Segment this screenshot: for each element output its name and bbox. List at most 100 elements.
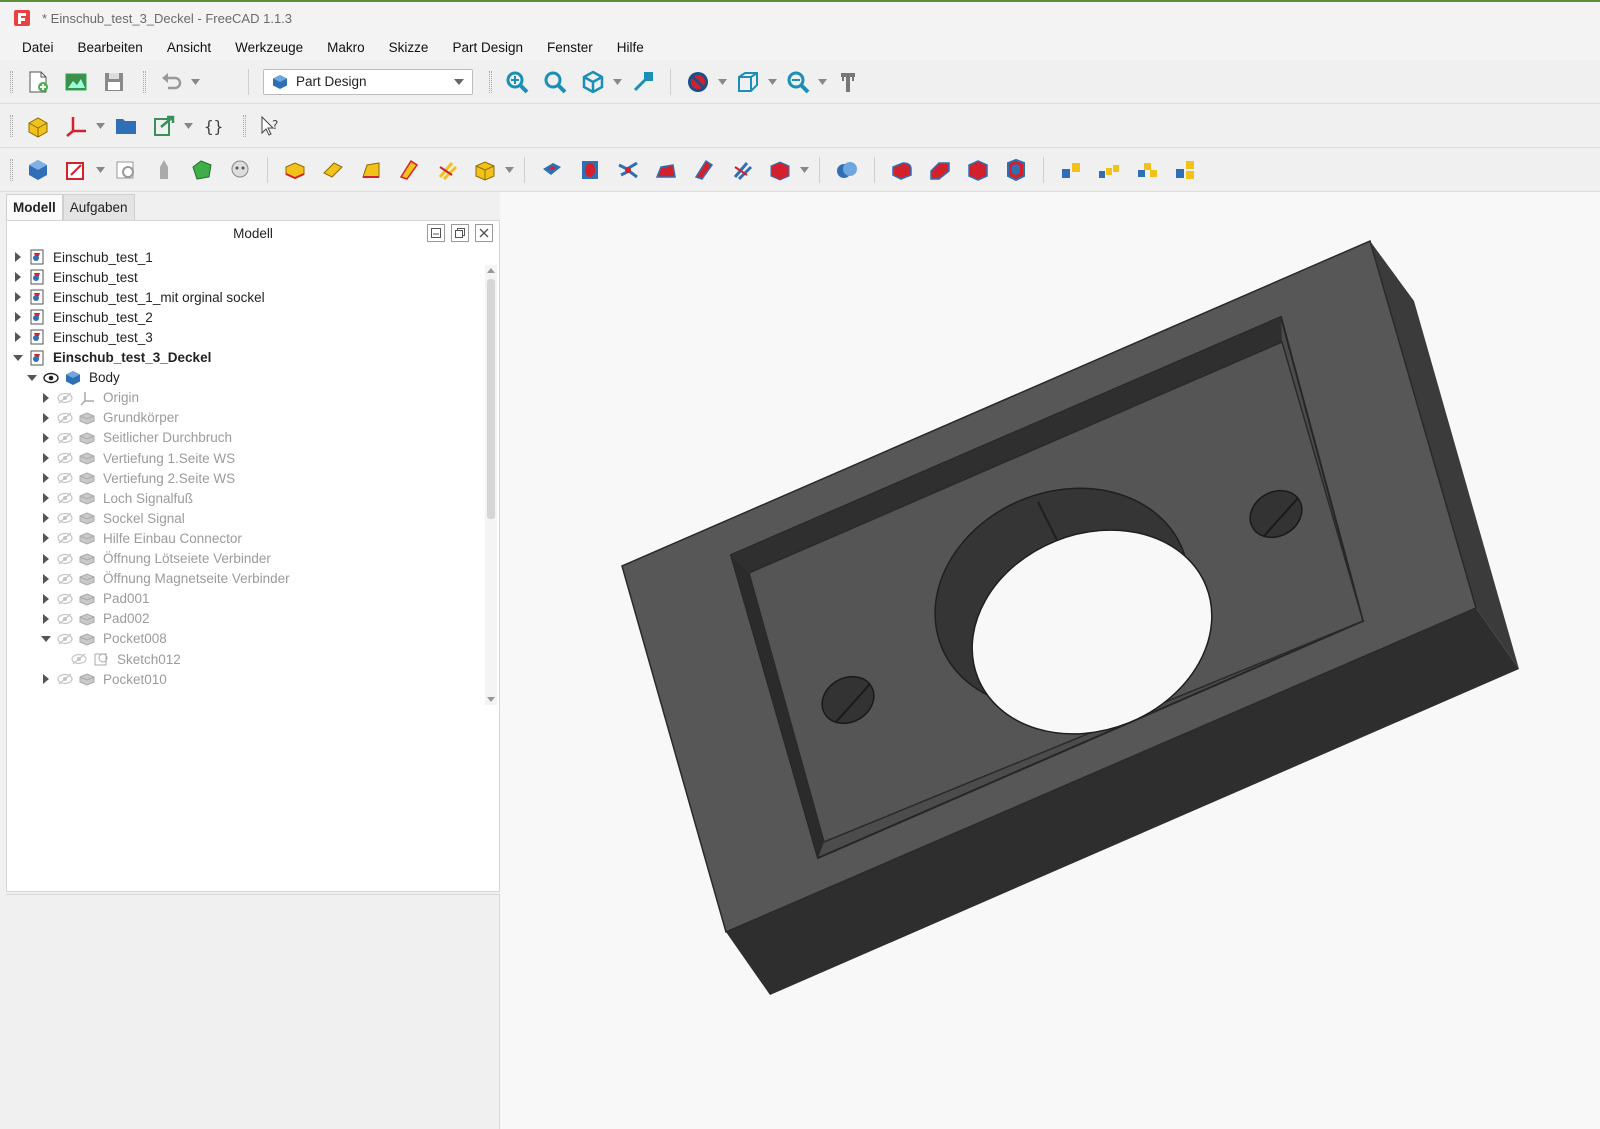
toolbar-grip[interactable] xyxy=(10,114,13,137)
hidden-eye-icon[interactable] xyxy=(57,392,73,404)
expand-arrow-right-icon[interactable] xyxy=(41,432,51,443)
tree-item-vertiefung-2-seite-ws[interactable]: Vertiefung 2.Seite WS xyxy=(41,468,235,488)
additive-primitive-dropdown-arrow[interactable] xyxy=(504,153,514,187)
toolbar-grip[interactable] xyxy=(243,114,246,137)
hidden-eye-icon[interactable] xyxy=(57,633,73,645)
expand-arrow-right-icon[interactable] xyxy=(41,412,51,423)
draw-style-dropdown-arrow[interactable] xyxy=(717,65,727,99)
tree-item-sockel-signal[interactable]: Sockel Signal xyxy=(41,508,185,528)
tree-item-pad002[interactable]: Pad002 xyxy=(41,609,150,629)
tab-aufgaben[interactable]: Aufgaben xyxy=(62,194,135,220)
tree-item-einschub-test-2[interactable]: Einschub_test_2 xyxy=(13,307,153,327)
draft-button[interactable] xyxy=(961,153,995,187)
tree-item-einschub-test[interactable]: Einschub_test xyxy=(13,267,138,287)
tree-item-öffnung-lötseiete-verbinder[interactable]: Öffnung Lötseiete Verbinder xyxy=(41,549,271,569)
additive-loft-button[interactable] xyxy=(354,153,388,187)
expand-arrow-right-icon[interactable] xyxy=(41,573,51,584)
fit-all-button[interactable] xyxy=(500,65,534,99)
standard-views-dropdown-arrow[interactable] xyxy=(612,65,622,99)
create-group-button[interactable] xyxy=(109,109,143,143)
tree-item-öffnung-magnetseite-verbinder[interactable]: Öffnung Magnetseite Verbinder xyxy=(41,569,290,589)
whats-this-button[interactable]: ? xyxy=(254,109,288,143)
tree-item-vertiefung-1-seite-ws[interactable]: Vertiefung 1.Seite WS xyxy=(41,448,235,468)
variable-set-button[interactable]: {} xyxy=(197,109,231,143)
toolbar-grip[interactable] xyxy=(489,70,492,93)
expand-arrow-right-icon[interactable] xyxy=(41,513,51,524)
tree-item-loch-signalfuß[interactable]: Loch Signalfuß xyxy=(41,488,193,508)
create-sketch-button[interactable] xyxy=(59,153,93,187)
shape-binder-button[interactable] xyxy=(147,153,181,187)
tree-item-grundkörper[interactable]: Grundkörper xyxy=(41,408,179,428)
validate-sketch-button[interactable] xyxy=(109,153,143,187)
hidden-eye-icon[interactable] xyxy=(57,613,73,625)
pad-button[interactable] xyxy=(278,153,312,187)
hole-button[interactable] xyxy=(573,153,607,187)
expand-arrow-right-icon[interactable] xyxy=(41,674,51,685)
tree-item-sketch012[interactable]: Sketch012 xyxy=(55,649,181,669)
multi-transform-button[interactable] xyxy=(1168,153,1202,187)
additive-primitive-button[interactable] xyxy=(468,153,502,187)
expand-arrow-right-icon[interactable] xyxy=(41,392,51,403)
float-panel-button[interactable] xyxy=(451,224,469,242)
expand-arrow-right-icon[interactable] xyxy=(13,272,23,283)
tree-item-seitlicher-durchbruch[interactable]: Seitlicher Durchbruch xyxy=(41,428,232,448)
toolbar-grip[interactable] xyxy=(10,158,13,181)
mirrored-button[interactable] xyxy=(1054,153,1088,187)
menu-ansicht[interactable]: Ansicht xyxy=(155,40,223,55)
hidden-eye-icon[interactable] xyxy=(71,653,87,665)
clone-button[interactable] xyxy=(223,153,257,187)
expand-arrow-right-icon[interactable] xyxy=(41,613,51,624)
3d-model-render[interactable] xyxy=(500,192,1600,1129)
open-document-button[interactable] xyxy=(59,65,93,99)
pocket-button[interactable] xyxy=(535,153,569,187)
hidden-eye-icon[interactable] xyxy=(57,432,73,444)
standard-views-button[interactable] xyxy=(576,65,610,99)
subtractive-primitive-button[interactable] xyxy=(763,153,797,187)
undo-dropdown-arrow[interactable] xyxy=(190,65,200,99)
measure-button[interactable] xyxy=(831,65,865,99)
bounding-box-button[interactable] xyxy=(731,65,765,99)
hidden-eye-icon[interactable] xyxy=(57,512,73,524)
menu-hilfe[interactable]: Hilfe xyxy=(605,40,656,55)
expand-arrow-down-icon[interactable] xyxy=(41,634,51,644)
draw-style-button[interactable] xyxy=(681,65,715,99)
tree-item-einschub-test-1[interactable]: Einschub_test_1 xyxy=(13,247,153,267)
bounding-box-dropdown-arrow[interactable] xyxy=(767,65,777,99)
hidden-eye-icon[interactable] xyxy=(57,553,73,565)
redo-button[interactable] xyxy=(204,65,238,99)
boolean-button[interactable] xyxy=(830,153,864,187)
expand-arrow-right-icon[interactable] xyxy=(41,453,51,463)
create-link-button[interactable] xyxy=(147,109,181,143)
tree-item-hilfe-einbau-connector[interactable]: Hilfe Einbau Connector xyxy=(41,528,242,548)
sketch-dropdown-arrow[interactable] xyxy=(95,153,105,187)
menu-fenster[interactable]: Fenster xyxy=(535,40,605,55)
hidden-eye-icon[interactable] xyxy=(57,472,73,484)
create-part-button[interactable] xyxy=(21,109,55,143)
expand-arrow-down-icon[interactable] xyxy=(27,373,37,383)
expand-arrow-down-icon[interactable] xyxy=(13,353,23,363)
expand-arrow-right-icon[interactable] xyxy=(41,493,51,504)
create-body-button[interactable] xyxy=(21,153,55,187)
subtractive-loft-button[interactable] xyxy=(649,153,683,187)
datum-dropdown-arrow[interactable] xyxy=(95,109,105,143)
menu-part-design[interactable]: Part Design xyxy=(440,40,535,55)
expand-arrow-right-icon[interactable] xyxy=(41,533,51,544)
tree-item-pad001[interactable]: Pad001 xyxy=(41,589,150,609)
hidden-eye-icon[interactable] xyxy=(57,492,73,504)
toolbar-grip[interactable] xyxy=(143,70,146,93)
subtractive-helix-button[interactable] xyxy=(725,153,759,187)
tree-item-pocket008[interactable]: Pocket008 xyxy=(41,629,167,649)
tree-item-einschub-test-3-deckel[interactable]: Einschub_test_3_Deckel xyxy=(13,348,211,368)
create-datum-button[interactable] xyxy=(59,109,93,143)
scroll-down-icon[interactable] xyxy=(487,695,495,703)
subtractive-primitive-dropdown-arrow[interactable] xyxy=(799,153,809,187)
save-button[interactable] xyxy=(97,65,131,99)
expand-arrow-right-icon[interactable] xyxy=(41,593,51,604)
tree-item-body[interactable]: Body xyxy=(27,368,120,388)
tab-modell[interactable]: Modell xyxy=(6,194,63,220)
close-panel-button[interactable] xyxy=(475,224,493,242)
expand-arrow-right-icon[interactable] xyxy=(41,473,51,484)
thickness-button[interactable] xyxy=(999,153,1033,187)
expand-arrow-right-icon[interactable] xyxy=(13,252,23,262)
scroll-up-icon[interactable] xyxy=(487,267,495,275)
